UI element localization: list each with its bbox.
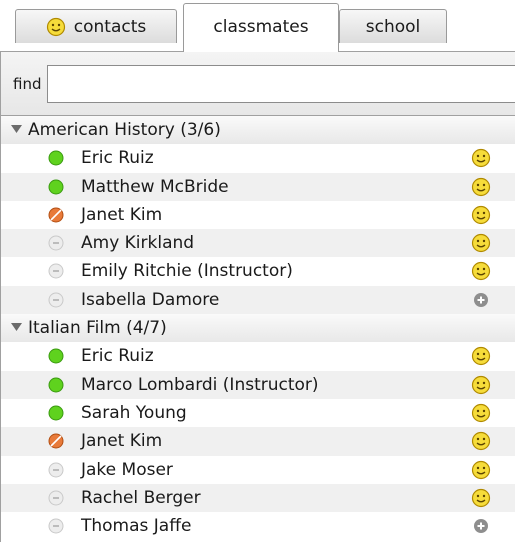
find-bar: find [0, 52, 515, 115]
busy-status-icon [48, 433, 64, 449]
add-contact-icon[interactable] [471, 516, 491, 536]
busy-status-icon [48, 207, 64, 223]
contact-name: Janet Kim [81, 431, 163, 452]
smiley-icon[interactable] [471, 233, 491, 253]
smiley-icon [46, 17, 65, 36]
smiley-icon[interactable] [471, 148, 491, 168]
contact-row[interactable]: Amy Kirkland [1, 229, 515, 258]
contact-row[interactable]: Thomas Jaffe [1, 512, 515, 540]
contact-name: Eric Ruiz [81, 346, 154, 367]
tab-contacts[interactable]: contacts [15, 9, 177, 43]
contact-row[interactable]: Eric Ruiz [1, 144, 515, 172]
tab-school-label: school [365, 16, 421, 37]
online-status-icon [48, 405, 64, 421]
offline-status-icon [48, 235, 64, 251]
tab-classmates[interactable]: classmates [183, 3, 339, 52]
contact-row[interactable]: Isabella Damore [1, 285, 515, 315]
online-status-icon [48, 179, 64, 195]
group-header[interactable]: Italian Film (4/7) [1, 314, 515, 343]
contact-row[interactable]: Jake Moser [1, 456, 515, 484]
smiley-icon[interactable] [471, 205, 491, 225]
smiley-icon[interactable] [471, 177, 491, 197]
find-input[interactable] [47, 65, 515, 103]
contact-list[interactable]: American History (3/6) Eric Ruiz Matthew M… [0, 115, 515, 542]
smiley-icon[interactable] [471, 488, 491, 508]
contact-row[interactable]: Sarah Young [1, 399, 515, 427]
contact-row[interactable]: Janet Kim [1, 201, 515, 229]
contact-row[interactable]: Rachel Berger [1, 483, 515, 513]
offline-status-icon [48, 462, 64, 478]
contact-name: Emily Ritchie (Instructor) [81, 261, 293, 282]
contact-name: Marco Lombardi (Instructor) [81, 374, 319, 395]
smiley-icon[interactable] [471, 403, 491, 423]
smiley-icon[interactable] [471, 261, 491, 281]
smiley-icon[interactable] [471, 346, 491, 366]
group-name: Italian Film [28, 318, 121, 339]
online-status-icon [48, 150, 64, 166]
buddy-list-window: contacts classmates school find American… [0, 0, 515, 542]
group-header[interactable]: American History (3/6) [1, 116, 515, 145]
smiley-icon[interactable] [471, 431, 491, 451]
contact-row[interactable]: Janet Kim [1, 427, 515, 456]
collapse-triangle-icon[interactable] [11, 323, 22, 332]
group-count: (4/7) [126, 318, 167, 339]
online-status-icon [48, 348, 64, 364]
smiley-icon[interactable] [471, 460, 491, 480]
offline-status-icon [48, 490, 64, 506]
contact-name: Eric Ruiz [81, 148, 154, 169]
find-label: find [13, 75, 42, 93]
add-contact-icon[interactable] [471, 290, 491, 310]
contact-row[interactable]: Marco Lombardi (Instructor) [1, 370, 515, 399]
contact-name: Jake Moser [81, 459, 173, 480]
contact-row[interactable]: Emily Ritchie (Instructor) [1, 257, 515, 285]
contact-name: Matthew McBride [81, 176, 229, 197]
contact-name: Janet Kim [81, 204, 163, 225]
online-status-icon [48, 377, 64, 393]
tab-contacts-label: contacts [73, 16, 147, 37]
tab-classmates-label: classmates [213, 17, 309, 37]
contact-name: Rachel Berger [81, 487, 201, 508]
tab-school[interactable]: school [339, 9, 447, 43]
group-count: (3/6) [180, 120, 221, 140]
contact-row[interactable]: Matthew McBride [1, 172, 515, 201]
offline-status-icon [48, 518, 64, 534]
smiley-icon[interactable] [471, 375, 491, 395]
contact-row[interactable]: Eric Ruiz [1, 342, 515, 370]
offline-status-icon [48, 292, 64, 308]
tab-bar: contacts classmates school [0, 0, 515, 52]
contact-name: Thomas Jaffe [81, 516, 192, 537]
offline-status-icon [48, 263, 64, 279]
collapse-triangle-icon[interactable] [11, 125, 22, 134]
contact-name: Isabella Damore [81, 289, 220, 310]
contact-name: Sarah Young [81, 402, 187, 423]
group-name: American History [28, 120, 175, 140]
contact-name: Amy Kirkland [81, 233, 195, 254]
